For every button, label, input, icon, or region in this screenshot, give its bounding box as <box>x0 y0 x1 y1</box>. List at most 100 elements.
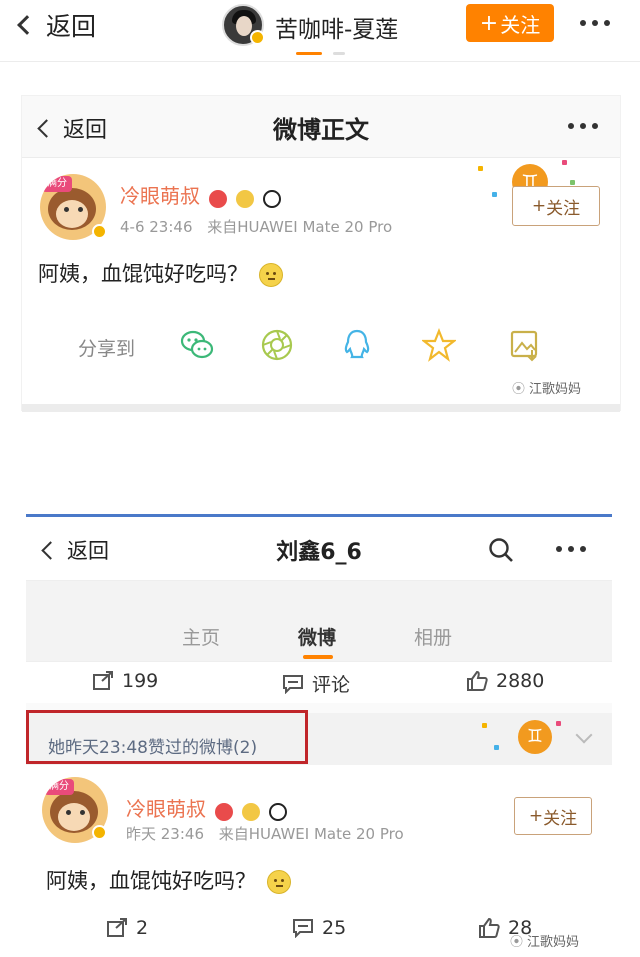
page-indicator-active <box>296 52 322 55</box>
back-label: 返回 <box>46 12 97 41</box>
post-detail-header: 微博正文 返回 <box>22 96 620 158</box>
comment-label: 评论 <box>312 674 351 696</box>
wechat-watermark-icon: ⦿ <box>512 382 526 397</box>
more-options-icon[interactable] <box>568 123 598 129</box>
back-chevron-icon <box>37 118 56 138</box>
page-title: 刘鑫6_6 <box>276 540 362 565</box>
repost-icon <box>107 918 127 937</box>
confetti-decoration <box>478 166 483 171</box>
post-text: 阿姨，血馄饨好吃吗？ <box>38 262 248 286</box>
confetti-decoration <box>482 723 487 728</box>
tab-home[interactable]: 主页 <box>182 623 220 650</box>
verified-badge-icon <box>250 30 265 45</box>
repost-count: 199 <box>122 670 159 692</box>
author-name-row: 冷眼萌叔 <box>126 793 288 822</box>
member-badge-icon <box>209 189 228 208</box>
divider <box>22 404 620 412</box>
search-icon[interactable] <box>488 537 514 563</box>
confetti-decoration <box>556 721 561 726</box>
repost-button[interactable]: 199 <box>92 670 158 692</box>
follow-label: 关注 <box>543 808 578 829</box>
back-button[interactable]: 返回 <box>41 535 109 565</box>
thumbs-up-icon <box>467 670 488 691</box>
avatar-tag: 满分 <box>42 176 72 192</box>
smile-emoji-icon <box>258 263 283 287</box>
comment-button[interactable]: 25 <box>292 917 346 939</box>
post-action-bar: 199 评论 2880 <box>26 661 612 703</box>
thumbs-up-icon <box>479 917 500 938</box>
repost-count: 2 <box>136 917 149 939</box>
wechat-watermark-icon: ⦿ <box>510 935 524 950</box>
tab-album[interactable]: 相册 <box>414 623 452 650</box>
like-button[interactable]: 2880 <box>466 670 544 692</box>
confetti-decoration <box>492 192 497 197</box>
post-meta: 4-6 23:46 来自HUAWEI Mate 20 Pro <box>120 216 392 237</box>
back-chevron-icon <box>41 540 60 560</box>
repost-icon <box>93 671 113 690</box>
back-chevron-icon <box>17 15 37 35</box>
plus-icon: + <box>479 10 499 36</box>
like-count: 2880 <box>496 670 545 692</box>
active-tab-indicator <box>303 655 333 659</box>
confetti-decoration <box>562 160 567 165</box>
top-navigation-bar: 返回 苦咖啡-夏莲 + 关注 <box>0 0 640 62</box>
comment-count: 25 <box>322 917 347 939</box>
back-label: 返回 <box>67 539 109 563</box>
panda-badge-icon <box>269 802 288 821</box>
member-badge-icon <box>215 802 234 821</box>
favorite-star-icon[interactable] <box>422 328 456 362</box>
follow-button[interactable]: + 关注 <box>466 4 554 42</box>
follow-label: 关注 <box>546 198 581 219</box>
post-time: 昨天 23:46 <box>126 825 204 843</box>
comment-button[interactable]: 评论 <box>282 670 350 697</box>
watermark-text: 江歌妈妈 <box>527 935 580 950</box>
more-options-icon[interactable] <box>556 546 586 552</box>
follow-label: 关注 <box>500 12 541 37</box>
confetti-decoration <box>494 745 499 750</box>
more-options-icon[interactable] <box>580 20 610 26</box>
save-image-icon[interactable] <box>508 328 542 362</box>
comment-icon <box>293 919 313 938</box>
share-label: 分享到 <box>78 338 136 360</box>
post-text-row: 阿姨，血馄饨好吃吗？ <box>38 258 283 288</box>
smile-emoji-icon <box>266 870 291 894</box>
watermark: ⦿ 江歌妈妈 <box>510 931 579 950</box>
qq-icon[interactable] <box>340 328 374 362</box>
back-label: 返回 <box>63 118 108 143</box>
author-name[interactable]: 冷眼萌叔 <box>120 184 200 208</box>
plus-icon: + <box>531 196 547 216</box>
panda-badge-icon <box>263 189 282 208</box>
embedded-screenshot-post-detail: 微博正文 返回 ♊ 满分 冷眼萌叔 4-6 23:46 来自HUAWEI Mat… <box>22 96 620 410</box>
page-indicator <box>333 52 345 55</box>
post-text: 阿姨，血馄饨好吃吗？ <box>46 869 256 893</box>
author-name[interactable]: 冷眼萌叔 <box>126 797 206 821</box>
follow-button[interactable]: + 关注 <box>512 186 600 226</box>
page-title: 微博正文 <box>273 116 369 144</box>
tab-weibo[interactable]: 微博 <box>298 623 336 650</box>
back-button[interactable]: 返回 <box>17 10 97 41</box>
follow-button[interactable]: + 关注 <box>514 797 592 835</box>
watermark-text: 江歌妈妈 <box>529 382 582 397</box>
comment-icon <box>283 674 303 694</box>
verified-badge-icon <box>92 825 107 840</box>
back-button[interactable]: 返回 <box>37 112 108 144</box>
post-time: 4-6 23:46 <box>120 218 193 236</box>
plus-icon: + <box>528 806 544 826</box>
verified-badge-icon <box>92 224 107 239</box>
post-text-row: 阿姨，血馄饨好吃吗？ <box>46 865 291 895</box>
highlight-annotation-box <box>26 710 308 764</box>
wechat-icon[interactable] <box>180 328 214 362</box>
repost-button[interactable]: 2 <box>106 917 148 939</box>
moments-icon[interactable] <box>260 328 294 362</box>
level-badge-icon <box>236 189 255 208</box>
post-meta: 昨天 23:46 来自HUAWEI Mate 20 Pro <box>126 823 404 844</box>
post-source: 来自HUAWEI Mate 20 Pro <box>218 825 404 843</box>
level-badge-icon <box>242 802 261 821</box>
confetti-decoration <box>570 180 575 185</box>
profile-name[interactable]: 苦咖啡-夏莲 <box>275 10 398 44</box>
watermark: ⦿ 江歌妈妈 <box>512 378 581 397</box>
author-name-row: 冷眼萌叔 <box>120 180 282 209</box>
post-source: 来自HUAWEI Mate 20 Pro <box>207 218 393 236</box>
gemini-zodiac-icon: ♊ <box>518 720 552 754</box>
avatar-tag: 满分 <box>44 779 74 795</box>
